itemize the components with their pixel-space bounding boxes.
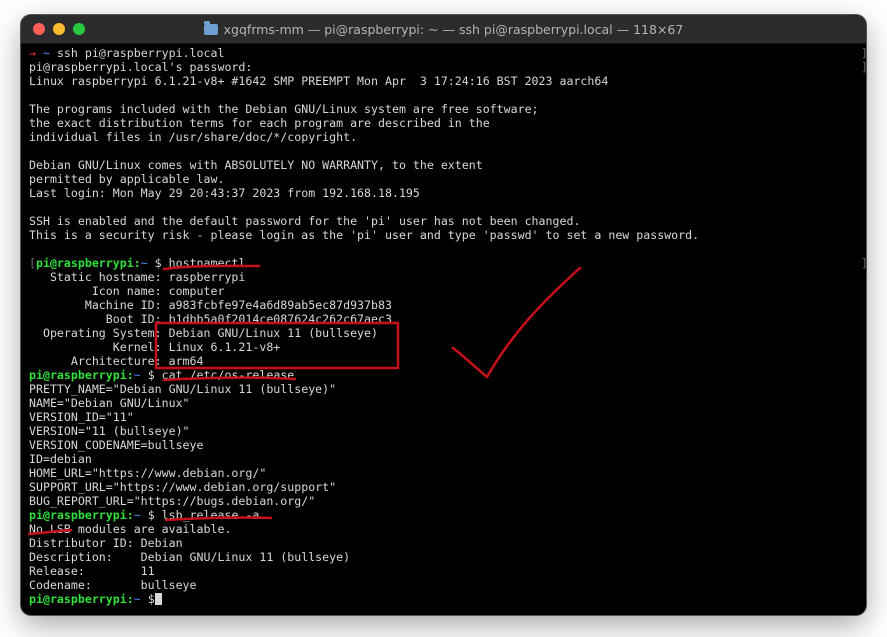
prompt-colon: :	[126, 368, 134, 382]
terminal-line: SUPPORT_URL="https://www.debian.org/supp…	[29, 480, 337, 494]
terminal-line: The programs included with the Debian GN…	[29, 102, 539, 116]
text-cursor[interactable]	[154, 593, 162, 605]
mark-bracket: ]	[861, 46, 866, 60]
terminal-line: permitted by applicable law.	[29, 172, 225, 186]
terminal-line: VERSION_CODENAME=bullseye	[29, 438, 204, 452]
title-bar[interactable]: xgqfrms-mm — pi@raspberrypi: ~ — ssh pi@…	[21, 15, 866, 44]
window-title: xgqfrms-mm — pi@raspberrypi: ~ — ssh pi@…	[223, 21, 684, 37]
prompt-symbol: $	[147, 368, 155, 382]
terminal-line: Architecture: arm64	[29, 354, 204, 368]
terminal-line: Description: Debian GNU/Linux 11 (bullse…	[29, 550, 351, 564]
terminal-line: Distributor ID: Debian	[29, 536, 183, 550]
terminal-line: Last login: Mon May 29 20:43:37 2023 fro…	[29, 186, 420, 200]
terminal-line: Release: 11	[29, 564, 155, 578]
prompt-colon: :	[126, 508, 134, 522]
terminal-line: BUG_REPORT_URL="https://bugs.debian.org/…	[29, 494, 316, 508]
prompt-line: [pi@raspberrypi:~ $ hostnamectl]	[29, 256, 866, 270]
mark-bracket: ]	[861, 60, 866, 74]
terminal-line: PRETTY_NAME="Debian GNU/Linux 11 (bullse…	[29, 382, 337, 396]
terminal-output[interactable]: → ~ ssh pi@raspberrypi.local] pi@raspber…	[29, 46, 866, 615]
prompt-path: ~	[133, 592, 141, 606]
prompt-user-host: pi@raspberrypi	[29, 508, 127, 522]
terminal-line: pi@raspberrypi.local's password:]	[29, 60, 866, 74]
terminal-line: the exact distribution terms for each pr…	[29, 116, 490, 130]
arrow-icon: →	[29, 46, 36, 60]
prompt-symbol: $	[154, 256, 162, 270]
terminal-line: Static hostname: raspberrypi	[29, 270, 246, 284]
terminal-line: VERSION_ID="11"	[29, 410, 134, 424]
terminal-line: Operating System: Debian GNU/Linux 11 (b…	[29, 326, 379, 340]
terminal-line: Debian GNU/Linux comes with ABSOLUTELY N…	[29, 158, 483, 172]
terminal-line: → ~ ssh pi@raspberrypi.local]	[29, 46, 866, 60]
command-text: cat /etc/os-release	[161, 368, 295, 382]
prompt-user-host: pi@raspberrypi	[29, 368, 127, 382]
terminal-line: No LSB modules are available.	[29, 522, 232, 536]
prompt-symbol: $	[147, 508, 155, 522]
terminal-line: ID=debian	[29, 452, 92, 466]
terminal-line: HOME_URL="https://www.debian.org/"	[29, 466, 267, 480]
prompt-symbol: $	[147, 592, 155, 606]
prompt-path: ~	[133, 368, 141, 382]
prompt-line: pi@raspberrypi:~ $ cat /etc/os-release	[29, 368, 858, 382]
folder-icon	[203, 20, 218, 35]
terminal-line: This is a security risk - please login a…	[29, 228, 700, 242]
terminal-line: SSH is enabled and the default password …	[29, 214, 581, 228]
prompt-line[interactable]: pi@raspberrypi:~ $	[29, 592, 858, 606]
prompt-colon: :	[133, 256, 141, 270]
command-text: ssh pi@raspberrypi.local	[56, 46, 225, 60]
terminal-line: Boot ID: b1dbb5a0f2014ce087624c262c67aec…	[29, 312, 392, 326]
prompt-path: ~	[133, 508, 141, 522]
mark-bracket: [	[29, 256, 36, 270]
terminal-window: xgqfrms-mm — pi@raspberrypi: ~ — ssh pi@…	[21, 15, 866, 615]
terminal-line: Codename: bullseye	[29, 578, 197, 592]
terminal-line: VERSION="11 (bullseye)"	[29, 424, 190, 438]
terminal-line: Machine ID: a983fcbfe97e4a6d89ab5ec87d93…	[29, 298, 392, 312]
mark-bracket: ]	[861, 256, 866, 270]
terminal-line: individual files in /usr/share/doc/*/cop…	[29, 130, 358, 144]
command-text: hostnamectl	[168, 256, 246, 270]
prompt-colon: :	[126, 592, 134, 606]
prompt-user-host: pi@raspberrypi	[29, 592, 127, 606]
terminal-line: Icon name: computer	[29, 284, 225, 298]
prompt-line: pi@raspberrypi:~ $ lsb_release -a	[29, 508, 858, 522]
home-tilde: ~	[42, 46, 50, 60]
terminal-line: Kernel: Linux 6.1.21-v8+	[29, 340, 281, 354]
output-text: pi@raspberrypi.local's password:	[29, 60, 253, 74]
prompt-path: ~	[140, 256, 148, 270]
command-text: lsb_release -a	[161, 508, 260, 522]
prompt-user-host: pi@raspberrypi	[35, 256, 134, 270]
terminal-line: Linux raspberrypi 6.1.21-v8+ #1642 SMP P…	[29, 74, 609, 88]
window-title-area: xgqfrms-mm — pi@raspberrypi: ~ — ssh pi@…	[21, 15, 866, 43]
terminal-line: NAME="Debian GNU/Linux"	[29, 396, 190, 410]
